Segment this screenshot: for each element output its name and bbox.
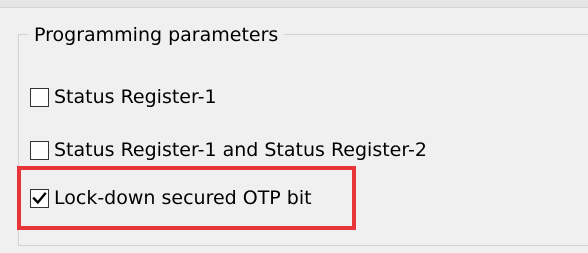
group-title: Programming parameters <box>28 22 285 48</box>
status-register-1-label[interactable]: Status Register-1 <box>54 85 217 109</box>
status-register-1-and-2-checkbox[interactable] <box>30 140 49 160</box>
panel-top-edge <box>0 0 588 8</box>
status-register-1-checkbox[interactable] <box>30 87 49 107</box>
status-register-1-and-2-option[interactable]: Status Register-1 and Status Register-2 <box>30 138 427 162</box>
dialog-panel: Programming parameters Status Register-1… <box>0 0 588 253</box>
highlight-box <box>17 166 356 230</box>
status-register-1-and-2-label[interactable]: Status Register-1 and Status Register-2 <box>54 138 427 162</box>
status-register-1-option[interactable]: Status Register-1 <box>30 85 217 109</box>
